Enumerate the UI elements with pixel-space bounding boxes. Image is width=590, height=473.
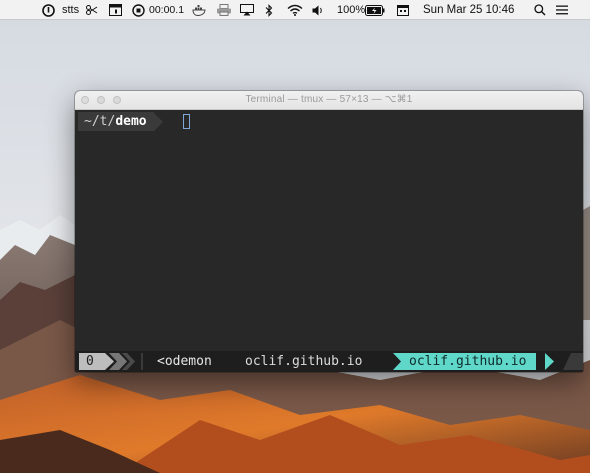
window-manager-icon[interactable] [109, 0, 122, 20]
status-arrows-left [105, 353, 135, 370]
terminal-cursor [183, 114, 190, 129]
docker-icon[interactable] [192, 0, 208, 20]
tmux-active-label: oclif.github.io [403, 353, 537, 370]
airplay-icon[interactable] [240, 0, 254, 20]
menu-extra-label[interactable]: stts [62, 0, 79, 20]
macos-menu-bar: stts 00:00.1 100% Sun Mar 25 10:46 [0, 0, 590, 20]
shell-prompt: ~/t/demo [78, 112, 163, 131]
prompt-path: ~/t/demo [78, 112, 154, 131]
battery-percentage: 100% [337, 4, 366, 16]
scissors-icon[interactable] [86, 0, 98, 20]
tmux-host-label: oclif.github.io [245, 354, 363, 369]
calendar-icon[interactable] [397, 0, 409, 20]
timer-readout: 00:00.1 [149, 4, 185, 16]
printer-icon[interactable] [216, 0, 232, 20]
prompt-separator-arrow [153, 112, 163, 131]
notification-center-icon[interactable] [556, 0, 568, 20]
battery-charging-icon[interactable] [365, 0, 385, 20]
prompt-current-dir: demo [115, 114, 147, 129]
menubar-clock[interactable]: Sun Mar 25 10:46 [423, 0, 514, 20]
tmux-session-index[interactable]: 0 [79, 353, 105, 370]
wifi-icon[interactable] [287, 0, 303, 20]
volume-icon[interactable] [312, 0, 324, 20]
status-active-arrow-left [393, 353, 403, 370]
tmux-window-label[interactable]: <odemon [157, 353, 212, 370]
tmux-status-bar: 0 <odemon oclif.github.io oclif.github.i… [75, 351, 583, 372]
terminal-window[interactable]: Terminal — tmux — 57×13 — ⌥⌘1 ~/t/demo 0… [75, 91, 583, 372]
window-title: Terminal — tmux — 57×13 — ⌥⌘1 [245, 94, 413, 105]
screen-recording-icon[interactable] [42, 0, 55, 20]
terminal-content[interactable]: ~/t/demo 0 <odemon oclif.github.io oclif… [75, 110, 583, 372]
window-title-bar[interactable]: Terminal — tmux — 57×13 — ⌥⌘1 [75, 91, 583, 110]
status-end-cap [563, 353, 583, 370]
status-active-arrow-right [545, 353, 554, 370]
prompt-path-prefix: ~/t/ [84, 114, 116, 129]
spotlight-search-icon[interactable] [534, 0, 546, 20]
bluetooth-icon[interactable] [265, 0, 273, 20]
status-divider [141, 353, 143, 370]
stop-timer-icon[interactable] [132, 0, 145, 20]
